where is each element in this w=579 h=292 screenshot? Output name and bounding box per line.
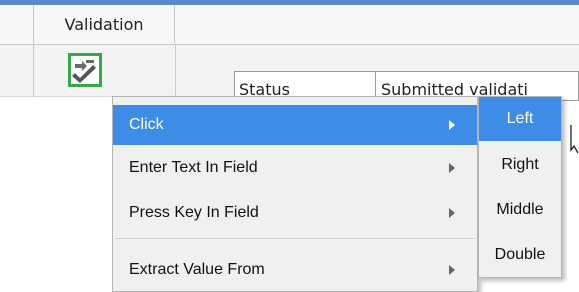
validation-check-icon[interactable]: [68, 53, 102, 87]
submenu-item-double[interactable]: Double: [479, 233, 561, 277]
submenu-arrow-icon: [449, 163, 455, 173]
menu-item-label: Enter Text In Field: [129, 159, 258, 176]
submenu-arrow-icon: [449, 208, 455, 218]
context-menu: Click Enter Text In Field Press Key In F…: [112, 96, 478, 292]
menu-item-label: Press Key In Field: [129, 204, 259, 221]
column-divider: [33, 45, 34, 97]
menu-item-click[interactable]: Click: [113, 105, 477, 145]
menu-item-enter-text-in-field[interactable]: Enter Text In Field: [113, 148, 477, 188]
submenu-arrow-icon: [449, 120, 455, 130]
submenu-arrow-icon: [449, 265, 455, 275]
menu-item-label: Click: [129, 116, 164, 133]
submenu-item-left[interactable]: Left: [479, 97, 561, 141]
mouse-cursor-icon: [570, 124, 579, 159]
validation-column-header[interactable]: Validation: [33, 5, 175, 45]
menu-item-label: Extract Value From: [129, 261, 265, 278]
submenu-item-middle[interactable]: Middle: [479, 188, 561, 232]
menu-separator: [115, 238, 475, 239]
menu-item-extract-value-from[interactable]: Extract Value From: [113, 250, 477, 290]
column-divider: [175, 45, 176, 97]
click-submenu: Left Right Middle Double: [478, 96, 562, 278]
menu-item-press-key-in-field[interactable]: Press Key In Field: [113, 193, 477, 233]
submenu-item-right[interactable]: Right: [479, 143, 561, 187]
